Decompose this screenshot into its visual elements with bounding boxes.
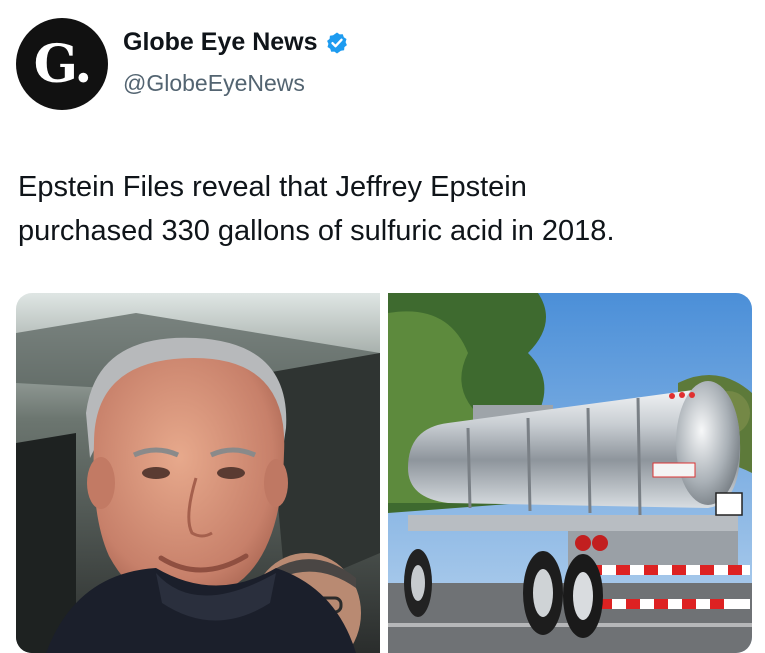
avatar[interactable]: G. — [16, 18, 108, 110]
verified-badge-icon — [325, 31, 349, 55]
name-row: Globe Eye News — [123, 28, 349, 57]
post-header: G. Globe Eye News @GlobeEyeNews — [0, 0, 765, 120]
media-grid — [16, 293, 752, 653]
avatar-logo-text: G. — [33, 33, 93, 95]
post-text-line: purchased 330 gallons of sulfuric acid i… — [18, 215, 615, 247]
user-handle[interactable]: @GlobeEyeNews — [123, 70, 305, 97]
media-image-tanker[interactable] — [388, 293, 752, 653]
post-text: Epstein Files reveal that Jeffrey Epstei… — [18, 165, 748, 253]
post-text-line: Epstein Files reveal that Jeffrey Epstei… — [18, 171, 527, 203]
display-name[interactable]: Globe Eye News — [123, 28, 318, 57]
media-image-portrait[interactable] — [16, 293, 380, 653]
